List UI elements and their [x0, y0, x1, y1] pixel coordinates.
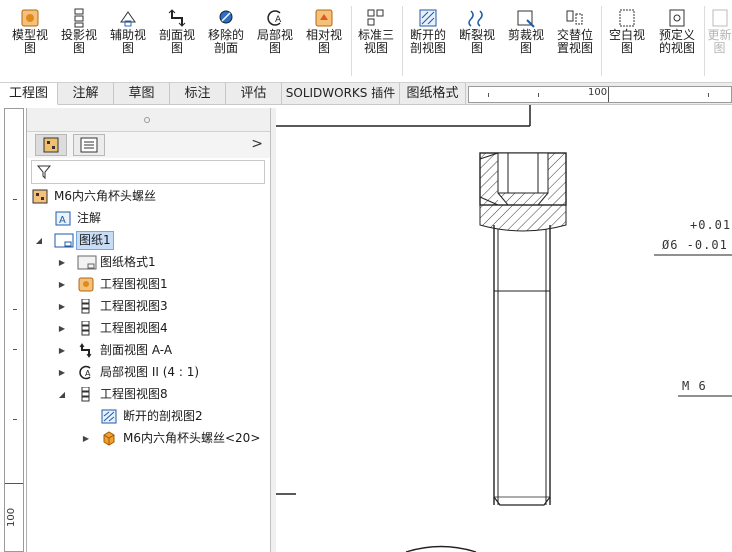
tab-evaluate[interactable]: 评估 [226, 83, 282, 105]
projected-view-button[interactable]: 投影视 图 [57, 4, 101, 78]
tab-solidworks-addins[interactable]: SOLIDWORKS 插件 [282, 83, 400, 105]
tree-item-drawing-view4[interactable]: ▶ 工程图视图4 [27, 318, 267, 339]
relative-view-icon [315, 9, 333, 27]
predefined-view-icon [669, 9, 685, 27]
tree-root[interactable]: M6内六角杯头螺丝 [27, 186, 267, 207]
crop-view-button[interactable]: 剪裁视 图 [504, 4, 548, 78]
detail-view-icon: A [267, 10, 282, 26]
tab-sheet-format[interactable]: 图纸格式 [400, 83, 466, 105]
empty-view-icon [619, 9, 635, 27]
section-view-icon [79, 343, 92, 358]
projected-view-icon [81, 299, 90, 314]
section-view-icon [168, 9, 186, 27]
tree-item-part-reference[interactable]: ▶ M6内六角杯头螺丝<20> [27, 428, 267, 449]
sheet-format-icon [77, 255, 97, 270]
broken-out-section-button[interactable]: 断开的 剖视图 [405, 4, 451, 78]
alternate-position-view-icon [566, 10, 583, 25]
auxiliary-view-icon [120, 11, 136, 27]
section-view-button[interactable]: 剖面视 图 [155, 4, 199, 78]
property-manager-tab[interactable] [73, 134, 105, 156]
removed-section-button[interactable]: 移除的 剖面 [204, 4, 248, 78]
ribbon-separator [351, 6, 352, 76]
standard-3-view-icon [367, 9, 384, 26]
svg-text:A: A [85, 369, 91, 378]
panel-header [27, 108, 271, 132]
property-list-icon [80, 137, 98, 153]
panel-grip-icon[interactable] [144, 117, 150, 123]
expand-arrow-icon[interactable]: ▶ [57, 318, 67, 339]
crop-view-icon [517, 10, 535, 28]
relative-view-button[interactable]: 相对视 图 [302, 4, 346, 78]
removed-section-icon [219, 10, 233, 24]
tree-filter-input[interactable] [31, 160, 265, 184]
tab-annotation[interactable]: 注解 [58, 83, 114, 105]
tree-item-drawing-view8[interactable]: ◢ 工程图视图8 [27, 384, 267, 405]
filter-icon [36, 165, 52, 180]
horizontal-ruler: 100 [468, 86, 732, 103]
predefined-view-button[interactable]: 预定义 的视图 [654, 4, 700, 78]
expand-arrow-icon[interactable]: ▶ [57, 274, 67, 295]
alternate-position-view-button[interactable]: 交替位 置视图 [553, 4, 597, 78]
thread-callout-label[interactable]: M 6 [682, 379, 707, 393]
break-view-button[interactable]: 断裂视 图 [455, 4, 499, 78]
drawing-sheet-canvas[interactable]: +0.01 Ø6 -0.01 M 6 [276, 105, 732, 552]
model-view-button[interactable]: 模型视 图 [8, 4, 52, 78]
svg-text:A: A [275, 15, 282, 25]
tree-root-label: M6内六角杯头螺丝 [54, 189, 156, 203]
vertical-ruler-mark: 100 [6, 507, 17, 527]
panel-tabs: > [27, 132, 271, 158]
horizontal-ruler-mark: 100 [588, 87, 608, 98]
tree-item-annotations[interactable]: A 注解 [27, 208, 267, 229]
tolerance-upper-label[interactable]: +0.01 [690, 218, 731, 232]
expand-arrow-icon[interactable]: ▶ [57, 296, 67, 317]
sheet-icon [54, 233, 74, 248]
collapse-arrow-icon[interactable]: ◢ [57, 384, 67, 405]
expand-arrow-icon[interactable]: ▶ [81, 428, 91, 449]
detail-view-icon: A [79, 365, 91, 380]
break-view-icon [468, 10, 483, 27]
tree-item-drawing-view1[interactable]: ▶ 工程图视图1 [27, 274, 267, 295]
tab-sketch[interactable]: 草图 [114, 83, 170, 105]
projected-view-icon [81, 321, 90, 336]
collapse-arrow-icon[interactable]: ◢ [34, 230, 44, 251]
part-icon [103, 431, 115, 446]
feature-manager-panel: > M6内六角杯头螺丝 A 注解 ◢ 图纸1 ▶ 图纸格式1 ▶ 工程图视图1 … [26, 108, 271, 552]
drawing-doc-icon [32, 189, 48, 204]
empty-view-button[interactable]: 空白视 图 [604, 4, 650, 78]
feature-manager-tab[interactable] [35, 134, 67, 156]
tree-item-sheet-format1[interactable]: ▶ 图纸格式1 [27, 252, 267, 273]
tree-item-sheet1[interactable]: ◢ 图纸1 [27, 230, 267, 251]
tree-item-detail-view-ii[interactable]: ▶ A 局部视图 II (4 : 1) [27, 362, 267, 383]
expand-arrow-icon[interactable]: ▶ [57, 362, 67, 383]
tab-markup[interactable]: 标注 [170, 83, 226, 105]
projected-view-icon [74, 8, 84, 28]
expand-arrow-icon[interactable]: ▶ [57, 252, 67, 273]
tab-drawing[interactable]: 工程图 [0, 83, 58, 105]
annotation-icon: A [55, 211, 71, 226]
broken-out-section-icon [101, 409, 117, 424]
feature-tree-icon [43, 137, 59, 153]
auxiliary-view-button[interactable]: 辅助视 图 [106, 4, 150, 78]
detail-view-button[interactable]: A 局部视 图 [253, 4, 297, 78]
vertical-ruler: 100 [4, 108, 24, 552]
broken-out-section-icon [419, 9, 437, 27]
svg-text:A: A [59, 215, 66, 226]
update-view-icon [712, 9, 727, 27]
chevron-right-icon[interactable]: > [251, 136, 263, 152]
projected-view-icon [81, 387, 90, 402]
model-view-icon [78, 277, 94, 292]
tree-item-drawing-view3[interactable]: ▶ 工程图视图3 [27, 296, 267, 317]
drawing-geometry [276, 105, 732, 552]
ribbon-separator [601, 6, 602, 76]
expand-arrow-icon[interactable]: ▶ [57, 340, 67, 361]
diameter-tolerance-label[interactable]: Ø6 -0.01 [662, 238, 728, 252]
command-manager-ribbon: 模型视 图 投影视 图 辅助视 图 剖面视 图 移除的 剖面 A 局部视 图 相… [0, 0, 732, 83]
update-view-button[interactable]: 更新 图 [707, 4, 732, 78]
standard-3-view-button[interactable]: 标准三 视图 [354, 4, 398, 78]
tree-item-section-view-aa[interactable]: ▶ 剖面视图 A-A [27, 340, 267, 361]
ribbon-separator [704, 6, 705, 76]
model-view-icon [21, 9, 39, 27]
tree-item-broken-out-section2[interactable]: 断开的剖视图2 [27, 406, 267, 427]
ribbon-separator [402, 6, 403, 76]
